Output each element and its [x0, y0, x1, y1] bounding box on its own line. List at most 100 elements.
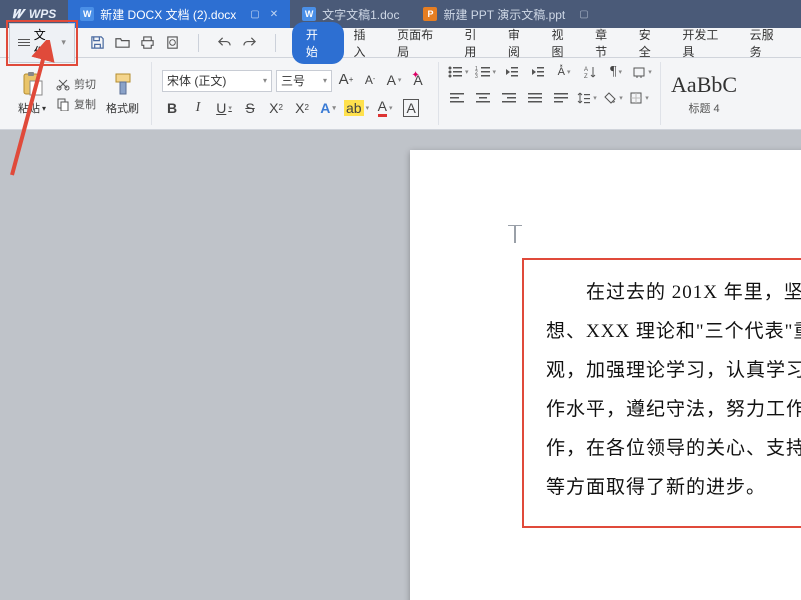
svg-text:3: 3	[475, 74, 478, 79]
strikethrough-button[interactable]: S	[240, 98, 260, 118]
ribbon-tab-view[interactable]: 视图	[542, 21, 586, 65]
shading-button[interactable]: ▾	[603, 88, 623, 108]
increase-font-button[interactable]: A+	[336, 70, 356, 90]
increase-indent-button[interactable]	[528, 62, 548, 82]
italic-button[interactable]: I	[188, 98, 208, 118]
clear-format-button[interactable]: A✦	[408, 70, 428, 90]
file-menu-button[interactable]: 文件 ▾	[9, 23, 75, 63]
paragraph-group: ▾ 123▾ A̽▾ AZ ¶▾ ▾ ▾ ▾ ▾	[439, 62, 661, 125]
undo-icon[interactable]	[217, 35, 232, 50]
paste-label: 粘贴	[18, 100, 40, 116]
ribbon: 粘贴▾ 剪切 复制 格式刷 宋体 (正文) ▾ 三号 ▾	[0, 58, 801, 130]
numbering-button[interactable]: 123▾	[475, 62, 497, 82]
ruler-indent-marker[interactable]	[514, 225, 516, 243]
tab-detach-icon[interactable]: ▢	[250, 9, 259, 20]
quick-access-toolbar	[90, 34, 284, 52]
cut-label: 剪切	[74, 76, 96, 92]
clipboard-mini: 剪切 复制	[56, 76, 96, 112]
font-family-value: 宋体 (正文)	[167, 72, 226, 89]
doc-line: 作水平，遵纪守法，努力工作	[546, 391, 801, 430]
font-color-button[interactable]: A▾	[375, 98, 395, 118]
document-viewport[interactable]: 在过去的 201X 年里，坚持 想、XXX 理论和"三个代表"重 观，加强理论学…	[0, 130, 801, 600]
tab-controls: ▢	[579, 9, 588, 20]
ribbon-tab-page-layout[interactable]: 页面布局	[387, 21, 454, 65]
paste-button[interactable]: 粘贴▾	[12, 69, 52, 118]
print-icon[interactable]	[140, 35, 155, 50]
doc-line: 想、XXX 理论和"三个代表"重	[546, 313, 801, 352]
bullets-button[interactable]: ▾	[447, 62, 469, 82]
format-painter-button[interactable]: 格式刷	[100, 69, 145, 118]
format-painter-label: 格式刷	[106, 100, 139, 116]
change-case-button[interactable]: A▾	[384, 70, 404, 90]
text-effects-button[interactable]: A▾	[318, 98, 338, 118]
style-label: 标题 4	[688, 100, 719, 116]
chevron-down-icon: ▾	[263, 76, 267, 85]
svg-text:A: A	[584, 67, 588, 73]
bold-button[interactable]: B	[162, 98, 182, 118]
ribbon-tab-start[interactable]: 开始	[292, 22, 344, 64]
superscript-button[interactable]: X2	[266, 98, 286, 118]
ppt-file-icon: P	[423, 7, 437, 21]
doc-line: 在过去的 201X 年里，坚持	[546, 274, 801, 313]
file-menu-label: 文件	[34, 26, 58, 60]
save-icon[interactable]	[90, 35, 105, 50]
document-page[interactable]: 在过去的 201X 年里，坚持 想、XXX 理论和"三个代表"重 观，加强理论学…	[410, 150, 801, 600]
clipboard-group: 粘贴▾ 剪切 复制 格式刷	[6, 62, 152, 125]
menu-bar: 文件 ▾ 开始 插入 页面布局 引用 审阅 视图 章节 安全 开发工具 云服务	[0, 28, 801, 58]
chevron-down-icon: ▾	[323, 76, 327, 85]
tab-label: 新建 DOCX 文档 (2).docx	[100, 6, 236, 23]
align-center-button[interactable]	[473, 88, 493, 108]
borders-button[interactable]: ▾	[629, 88, 649, 108]
asian-layout-button[interactable]: A̽▾	[554, 62, 574, 82]
doc-line: 观，加强理论学习，认真学习	[546, 352, 801, 391]
font-group: 宋体 (正文) ▾ 三号 ▾ A+ A- A▾ A✦ B I U▾ S X2 X…	[152, 62, 439, 125]
ribbon-tab-references[interactable]: 引用	[454, 21, 498, 65]
copy-button[interactable]: 复制	[56, 96, 96, 112]
line-spacing-button[interactable]: ▾	[577, 88, 597, 108]
word-file-icon: W	[80, 7, 94, 21]
subscript-button[interactable]: X2	[292, 98, 312, 118]
decrease-indent-button[interactable]	[502, 62, 522, 82]
title-tab-0[interactable]: W 新建 DOCX 文档 (2).docx ▢ ✕	[68, 0, 290, 28]
open-icon[interactable]	[115, 35, 130, 50]
ribbon-tab-cloud[interactable]: 云服务	[740, 21, 795, 65]
font-size-value: 三号	[281, 72, 305, 89]
print-preview-icon[interactable]	[165, 35, 180, 50]
chevron-down-icon: ▾	[42, 104, 46, 113]
show-marks-button[interactable]: ¶▾	[606, 62, 626, 82]
document-text-selection[interactable]: 在过去的 201X 年里，坚持 想、XXX 理论和"三个代表"重 观，加强理论学…	[522, 258, 801, 528]
doc-line: 作，在各位领导的关心、支持	[546, 430, 801, 469]
tab-stops-button[interactable]: ▾	[632, 62, 652, 82]
ribbon-tab-review[interactable]: 审阅	[498, 21, 542, 65]
align-distribute-button[interactable]	[551, 88, 571, 108]
font-size-combo[interactable]: 三号 ▾	[276, 70, 332, 92]
tab-detach-icon[interactable]: ▢	[579, 9, 588, 20]
cut-button[interactable]: 剪切	[56, 76, 96, 92]
font-family-combo[interactable]: 宋体 (正文) ▾	[162, 70, 272, 92]
copy-label: 复制	[74, 96, 96, 112]
align-right-button[interactable]	[499, 88, 519, 108]
align-left-button[interactable]	[447, 88, 467, 108]
ribbon-tab-insert[interactable]: 插入	[344, 21, 388, 65]
ribbon-tab-section[interactable]: 章节	[585, 21, 629, 65]
underline-button[interactable]: U▾	[214, 98, 234, 118]
svg-text:Z: Z	[584, 74, 588, 79]
highlight-button[interactable]: ab▾	[344, 98, 369, 118]
align-justify-button[interactable]	[525, 88, 545, 108]
redo-icon[interactable]	[242, 35, 257, 50]
character-border-button[interactable]: A	[401, 98, 421, 118]
decrease-font-button[interactable]: A-	[360, 70, 380, 90]
file-button-highlight: 文件 ▾	[6, 20, 78, 66]
chevron-down-icon: ▾	[61, 37, 66, 48]
ribbon-tab-developer[interactable]: 开发工具	[672, 21, 739, 65]
style-gallery[interactable]: AaBbC 标题 4	[661, 62, 747, 125]
tab-close-icon[interactable]: ✕	[270, 9, 278, 20]
hamburger-icon	[18, 37, 30, 48]
ribbon-tab-security[interactable]: 安全	[629, 21, 673, 65]
separator	[198, 34, 199, 52]
format-painter-icon	[110, 71, 136, 97]
paste-icon	[19, 71, 45, 97]
sort-button[interactable]: AZ	[580, 62, 600, 82]
tab-controls: ▢ ✕	[250, 9, 278, 20]
separator	[275, 34, 276, 52]
